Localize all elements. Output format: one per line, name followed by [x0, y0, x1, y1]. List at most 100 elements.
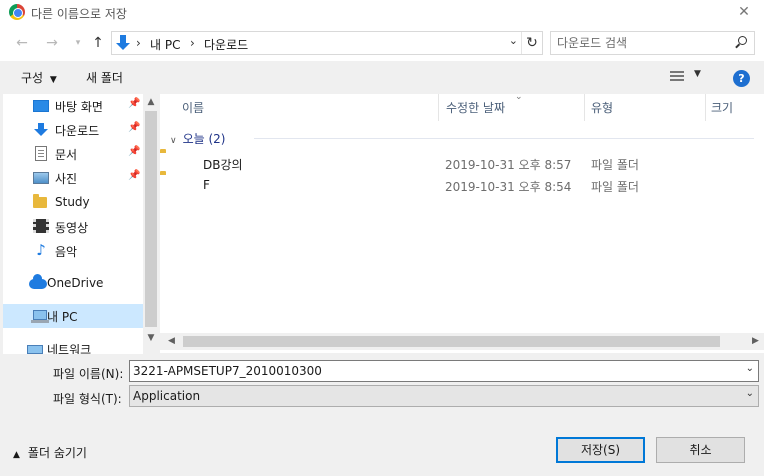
search-input[interactable] [557, 35, 727, 51]
hide-folders-label: 폴더 숨기기 [27, 446, 87, 460]
sidebar-item-label: OneDrive [47, 276, 104, 290]
filetype-value: Application [133, 389, 201, 403]
file-row[interactable]: F 2019-10-31 오후 8:54 파일 폴더 [160, 174, 764, 196]
pin-icon: 📌 [128, 146, 141, 157]
chevron-down-icon[interactable]: ⌄ [746, 363, 754, 374]
file-row[interactable]: DB강의 2019-10-31 오후 8:57 파일 폴더 [160, 152, 764, 174]
sidebar-item-onedrive[interactable]: OneDrive [3, 272, 143, 296]
view-options-dropdown-icon[interactable]: ▼ [694, 69, 701, 79]
hide-folders-button[interactable]: ▲ 폴더 숨기기 [13, 444, 87, 461]
scroll-up-arrow-icon[interactable]: ▲ [143, 94, 159, 110]
column-divider[interactable] [705, 94, 706, 121]
search-icon[interactable] [735, 36, 747, 48]
navigation-pane: 바탕 화면 📌 다운로드 📌 문서 📌 사진 📌 Study 동영상 ♪ 음악 … [3, 94, 158, 354]
column-header-type[interactable]: 유형 [591, 94, 703, 121]
navigation-bar: ← → ▾ ↑ › 내 PC › 다운로드 ⌄ ↻ [0, 25, 764, 61]
file-name: F [203, 178, 210, 192]
breadcrumb-item[interactable]: 내 PC [150, 36, 180, 53]
filetype-select[interactable]: Application ⌄ [129, 385, 759, 407]
cancel-button[interactable]: 취소 [656, 437, 745, 463]
scrollbar-thumb[interactable] [145, 111, 157, 327]
sidebar-item-desktop[interactable]: 바탕 화면 📌 [3, 94, 143, 118]
recent-locations-button[interactable]: ▾ [70, 34, 86, 52]
sidebar-item-music[interactable]: ♪ 음악 [3, 239, 143, 263]
title-bar: 다른 이름으로 저장 ✕ [0, 0, 764, 25]
group-header-today[interactable]: ∨ 오늘 (2) [170, 130, 754, 147]
file-list: 이름 ⌄ 수정한 날짜 유형 크기 ∨ 오늘 (2) DB강의 2019-10-3… [160, 92, 764, 353]
sidebar-item-label: 바탕 화면 [55, 100, 103, 114]
window-title: 다른 이름으로 저장 [31, 7, 127, 21]
pin-icon: 📌 [128, 98, 141, 109]
sidebar-item-documents[interactable]: 문서 📌 [3, 142, 143, 166]
scroll-left-arrow-icon[interactable]: ◀ [163, 333, 180, 350]
sidebar-item-label: 네트워크 [47, 343, 92, 354]
sidebar-item-videos[interactable]: 동영상 [3, 215, 143, 239]
file-name: DB강의 [203, 158, 243, 172]
chrome-icon [9, 4, 25, 20]
sidebar-item-study[interactable]: Study [3, 191, 143, 215]
pin-icon: 📌 [128, 122, 141, 133]
chevron-up-icon: ▲ [13, 450, 20, 460]
sidebar-item-label: 동영상 [55, 221, 89, 235]
scrollbar-thumb[interactable] [183, 336, 720, 347]
search-box[interactable] [550, 31, 755, 55]
sidebar-item-label: Study [55, 195, 90, 209]
help-icon[interactable]: ? [733, 70, 750, 87]
command-bar: 구성 ▼ 새 폴더 ▼ ? [0, 61, 764, 94]
network-icon [27, 345, 43, 354]
download-location-icon [116, 35, 130, 51]
breadcrumb-item[interactable]: 다운로드 [204, 36, 248, 53]
organize-label: 구성 [21, 71, 44, 85]
filename-value[interactable]: 3221-APMSETUP7_2010010300 [133, 364, 322, 378]
group-label: 오늘 (2) [182, 132, 226, 146]
download-icon [33, 122, 49, 137]
details-view-icon[interactable] [670, 71, 684, 83]
forward-button[interactable]: → [44, 34, 60, 52]
sidebar-item-label: 문서 [55, 148, 78, 162]
chevron-down-icon: ∨ [170, 136, 177, 146]
chevron-down-icon: ▼ [49, 75, 57, 85]
refresh-button[interactable]: ↻ [521, 32, 542, 54]
computer-icon [31, 310, 49, 323]
sidebar-item-network[interactable]: 네트워크 [3, 337, 143, 354]
file-type: 파일 폴더 [591, 180, 639, 194]
desktop-icon [33, 100, 49, 112]
column-header-name[interactable]: 이름 [182, 94, 437, 121]
scroll-down-arrow-icon[interactable]: ▼ [143, 330, 159, 346]
column-divider[interactable] [438, 94, 439, 121]
sidebar-item-pictures[interactable]: 사진 📌 [3, 166, 143, 190]
filename-field[interactable]: 3221-APMSETUP7_2010010300 ⌄ [129, 360, 759, 382]
sidebar-item-label: 음악 [55, 245, 78, 259]
filetype-label: 파일 형식(T): [53, 392, 122, 406]
document-icon [35, 146, 47, 161]
address-dropdown-icon[interactable]: ⌄ [509, 34, 518, 47]
pin-icon: 📌 [128, 170, 141, 181]
address-bar[interactable]: › 내 PC › 다운로드 ⌄ ↻ [111, 31, 543, 55]
up-button[interactable]: ↑ [90, 34, 106, 52]
back-button[interactable]: ← [14, 34, 30, 52]
file-list-horizontal-scrollbar[interactable]: ◀ ▶ [160, 333, 764, 350]
breadcrumb-separator-icon: › [190, 36, 195, 50]
organize-button[interactable]: 구성 ▼ [21, 69, 57, 86]
save-form: 파일 이름(N): 3221-APMSETUP7_2010010300 ⌄ 파일… [0, 354, 764, 476]
sidebar-item-label: 사진 [55, 172, 78, 186]
sidebar-item-this-pc[interactable]: 내 PC [3, 304, 143, 328]
column-header-date[interactable]: 수정한 날짜 [446, 94, 582, 121]
save-button[interactable]: 저장(S) [556, 437, 645, 463]
filename-label: 파일 이름(N): [53, 367, 124, 381]
video-icon [33, 219, 49, 233]
sidebar-scrollbar[interactable]: ▲ ▼ [143, 94, 159, 354]
cloud-icon [29, 274, 47, 289]
sidebar-item-label: 내 PC [47, 310, 78, 324]
picture-icon [33, 172, 49, 184]
scroll-right-arrow-icon[interactable]: ▶ [747, 333, 764, 350]
close-button[interactable]: ✕ [724, 0, 764, 25]
sidebar-item-downloads[interactable]: 다운로드 📌 [3, 118, 143, 142]
chevron-down-icon: ⌄ [745, 388, 754, 399]
new-folder-button[interactable]: 새 폴더 [86, 69, 123, 86]
sidebar-item-label: 다운로드 [55, 124, 100, 138]
column-divider[interactable] [584, 94, 585, 121]
column-header-size[interactable]: 크기 [711, 94, 761, 121]
file-type: 파일 폴더 [591, 158, 639, 172]
group-divider [254, 138, 754, 139]
